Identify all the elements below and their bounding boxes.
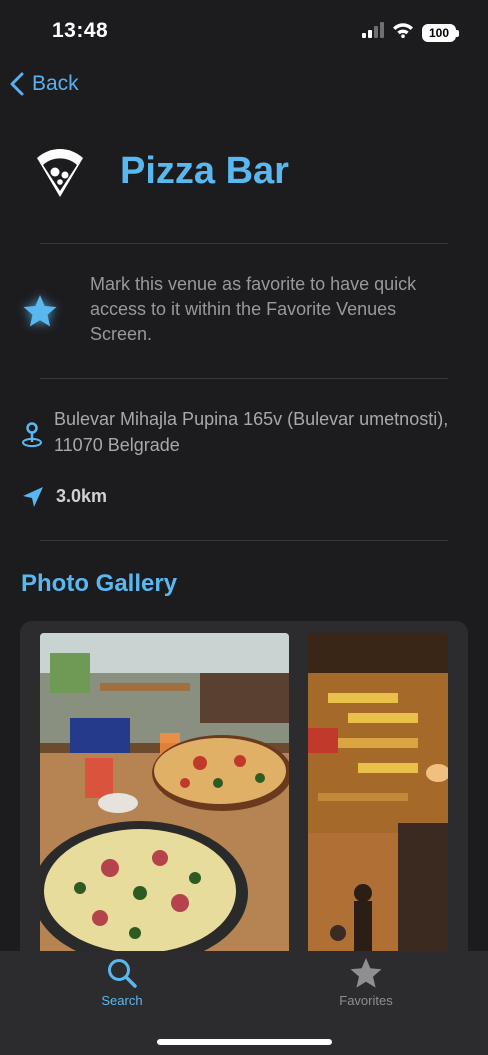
divider (40, 243, 448, 244)
chevron-left-icon (10, 72, 24, 96)
star-icon (23, 295, 57, 327)
wifi-icon (392, 22, 414, 43)
gallery-title: Photo Gallery (21, 570, 178, 597)
divider (40, 378, 448, 379)
venue-distance: 3.0km (56, 486, 108, 506)
status-time: 13:48 (52, 19, 109, 42)
tab-search-label: Search (101, 993, 143, 1008)
venue-address: Bulevar Mihajla Pupina 165v (Bulevar ume… (54, 409, 449, 455)
battery-level: 100 (428, 25, 450, 40)
tab-search[interactable]: Search (62, 957, 182, 1008)
favorite-hint-text: Mark this venue as favorite to have quic… (90, 274, 417, 344)
home-indicator[interactable] (157, 1039, 332, 1045)
gallery-photo-pizza-table[interactable] (40, 633, 289, 961)
search-icon (108, 959, 137, 988)
venue-header: Pizza Bar (32, 146, 452, 204)
location-pin-icon (21, 422, 43, 453)
location-arrow-icon (22, 486, 44, 513)
battery-icon: 100 (422, 23, 459, 42)
favorite-row: Mark this venue as favorite to have quic… (0, 272, 488, 352)
pizza-slice-icon (37, 149, 83, 197)
tab-bar: Search Favorites (0, 951, 488, 1055)
distance-row: 3.0km (0, 484, 488, 512)
back-label: Back (32, 72, 79, 95)
photo-gallery[interactable] (20, 621, 468, 961)
back-button[interactable]: Back (10, 72, 79, 96)
status-icons: 100 (362, 22, 459, 43)
divider (40, 540, 448, 541)
gallery-photo-interior[interactable] (308, 633, 448, 961)
tab-favorites[interactable]: Favorites (306, 957, 426, 1008)
venue-title: Pizza Bar (120, 150, 289, 192)
star-icon (350, 958, 382, 988)
status-bar: 13:48 100 (0, 0, 488, 64)
cellular-signal-icon (362, 22, 384, 43)
tab-favorites-label: Favorites (339, 993, 393, 1008)
favorite-star-button[interactable] (22, 294, 58, 333)
